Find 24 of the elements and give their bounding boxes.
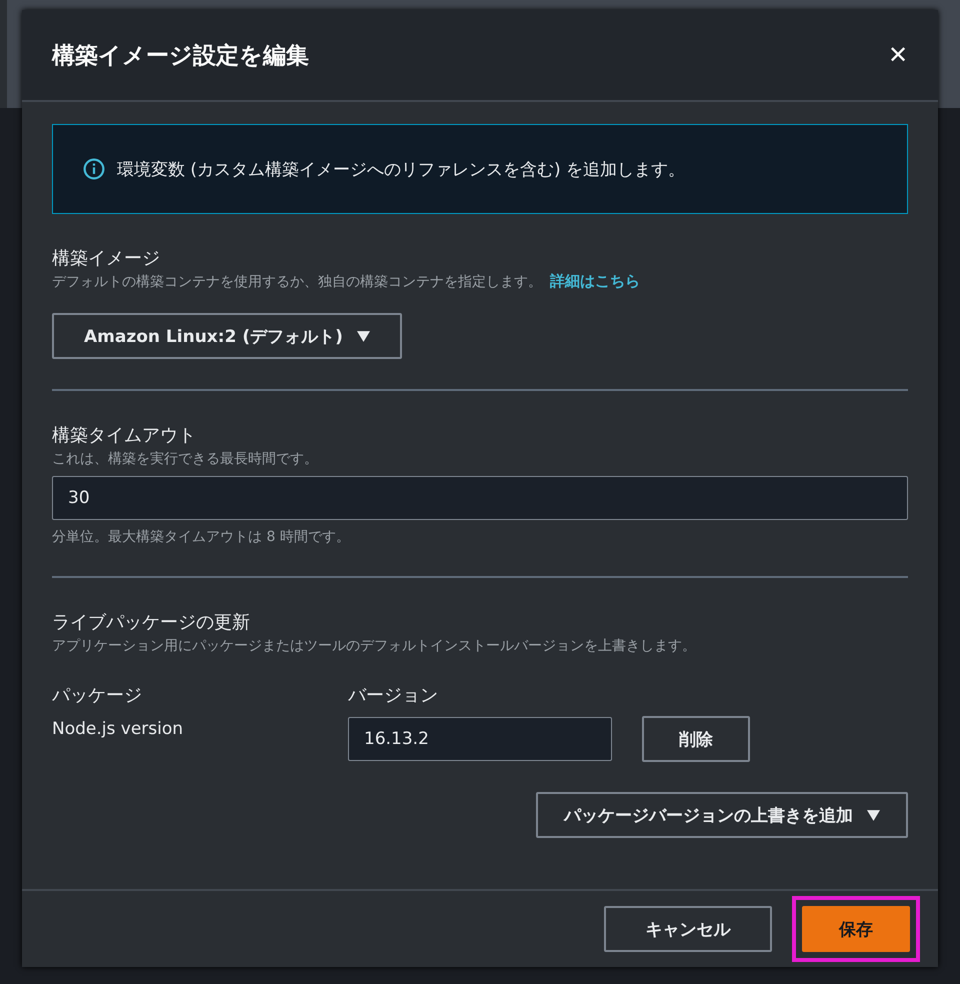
- field-label: 構築タイムアウト: [52, 424, 196, 447]
- save-button[interactable]: 保存: [802, 906, 910, 952]
- field-label: 構築イメージ: [52, 247, 160, 270]
- add-override-button[interactable]: パッケージバージョンの上書きを追加: [536, 792, 908, 838]
- caret-icon: [356, 330, 370, 342]
- column-header: パッケージ: [52, 684, 143, 707]
- version-field[interactable]: 16.13.2: [348, 717, 612, 761]
- dialog-title: 構築イメージ設定を編集: [52, 42, 309, 70]
- learn-more-link[interactable]: 詳細はこちら: [550, 272, 640, 291]
- caret-icon: [867, 810, 880, 820]
- cancel-button[interactable]: キャンセル: [604, 906, 772, 952]
- image-dropdown[interactable]: Amazon Linux:2 (デフォルト): [52, 313, 402, 359]
- close-button[interactable]: ✕: [888, 40, 908, 70]
- field-description: これは、構築を実行できる最長時間です。: [52, 450, 318, 468]
- field-hint: 分単位。最大構築タイムアウトは 8 時間です。: [52, 528, 350, 546]
- alert-text: 環境変数 (カスタム構築イメージへのリファレンスを含む) を追加します。: [117, 158, 686, 180]
- column-header: バージョン: [348, 684, 439, 707]
- package-name: Node.js version: [52, 719, 184, 739]
- field-description: アプリケーション用にパッケージまたはツールのデフォルトインストールバージョンを上書きします。: [52, 637, 696, 655]
- field-description: デフォルトの構築コンテナを使用するか、独自の構築コンテナを指定します。: [52, 273, 542, 291]
- timeout-field[interactable]: 30: [52, 476, 908, 520]
- info-icon: [83, 158, 105, 180]
- field-label: ライブパッケージの更新: [52, 611, 250, 634]
- remove-button[interactable]: 削除: [642, 716, 750, 762]
